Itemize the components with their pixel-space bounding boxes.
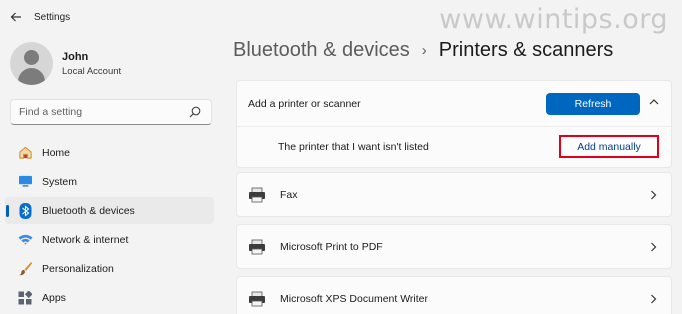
printer-icon bbox=[249, 239, 265, 254]
search-box[interactable] bbox=[10, 99, 212, 125]
sidebar: John Local Account Home bbox=[0, 34, 222, 314]
sidebar-item-label: System bbox=[42, 175, 78, 188]
home-icon bbox=[17, 145, 33, 161]
printer-item-fax[interactable]: Fax bbox=[236, 172, 672, 217]
refresh-button[interactable]: Refresh bbox=[546, 93, 640, 115]
monitor-icon bbox=[17, 174, 33, 190]
sidebar-item-system[interactable]: System bbox=[5, 168, 214, 195]
sidebar-item-bluetooth[interactable]: Bluetooth & devices bbox=[5, 197, 214, 224]
sidebar-nav: Home System Bluetooth & devices Network … bbox=[5, 139, 214, 313]
chevron-right-icon bbox=[651, 294, 657, 304]
add-printer-card: Add a printer or scanner Refresh The pri… bbox=[236, 80, 672, 168]
profile-account-type: Local Account bbox=[62, 65, 122, 77]
sidebar-item-label: Apps bbox=[42, 291, 66, 304]
sidebar-item-personalization[interactable]: Personalization bbox=[5, 255, 214, 282]
apps-icon bbox=[17, 290, 33, 306]
chevron-right-icon bbox=[651, 242, 657, 252]
printer-not-listed-row: The printer that I want isn't listed Add… bbox=[237, 127, 671, 167]
sidebar-item-label: Bluetooth & devices bbox=[42, 204, 135, 217]
user-profile[interactable]: John Local Account bbox=[10, 42, 121, 85]
wifi-icon bbox=[17, 232, 33, 248]
brush-icon bbox=[17, 261, 33, 277]
printer-icon bbox=[249, 187, 265, 202]
bluetooth-icon bbox=[17, 202, 33, 219]
chevron-up-icon[interactable] bbox=[649, 98, 659, 105]
back-button[interactable] bbox=[6, 7, 26, 27]
profile-name: John bbox=[62, 50, 89, 63]
app-title: Settings bbox=[34, 11, 71, 23]
search-icon[interactable] bbox=[189, 106, 201, 118]
printer-item-xps[interactable]: Microsoft XPS Document Writer bbox=[236, 276, 672, 314]
printer-name: Microsoft Print to PDF bbox=[280, 240, 383, 253]
printer-not-listed-label: The printer that I want isn't listed bbox=[278, 141, 429, 153]
sidebar-item-label: Home bbox=[42, 146, 71, 159]
sidebar-item-apps[interactable]: Apps bbox=[5, 284, 214, 311]
sidebar-item-network[interactable]: Network & internet bbox=[5, 226, 214, 253]
watermark: www.wintips.org bbox=[439, 4, 668, 35]
breadcrumb: Bluetooth & devices › Printers & scanner… bbox=[233, 39, 613, 62]
printer-name: Fax bbox=[280, 188, 298, 201]
breadcrumb-parent[interactable]: Bluetooth & devices bbox=[233, 39, 410, 62]
sidebar-item-label: Network & internet bbox=[42, 233, 129, 246]
avatar bbox=[10, 42, 53, 85]
breadcrumb-separator: › bbox=[421, 42, 427, 59]
printer-name: Microsoft XPS Document Writer bbox=[280, 292, 429, 305]
add-printer-header[interactable]: Add a printer or scanner Refresh bbox=[237, 81, 671, 127]
printer-icon bbox=[249, 291, 265, 306]
printer-item-pdf[interactable]: Microsoft Print to PDF bbox=[236, 224, 672, 269]
search-input[interactable] bbox=[19, 106, 179, 118]
add-manually-button[interactable]: Add manually bbox=[559, 135, 659, 158]
sidebar-item-label: Personalization bbox=[42, 262, 114, 275]
back-arrow-icon bbox=[10, 12, 21, 22]
page-title: Printers & scanners bbox=[438, 39, 614, 61]
add-printer-label: Add a printer or scanner bbox=[248, 97, 361, 110]
chevron-right-icon bbox=[651, 190, 657, 200]
sidebar-item-home[interactable]: Home bbox=[5, 139, 214, 166]
